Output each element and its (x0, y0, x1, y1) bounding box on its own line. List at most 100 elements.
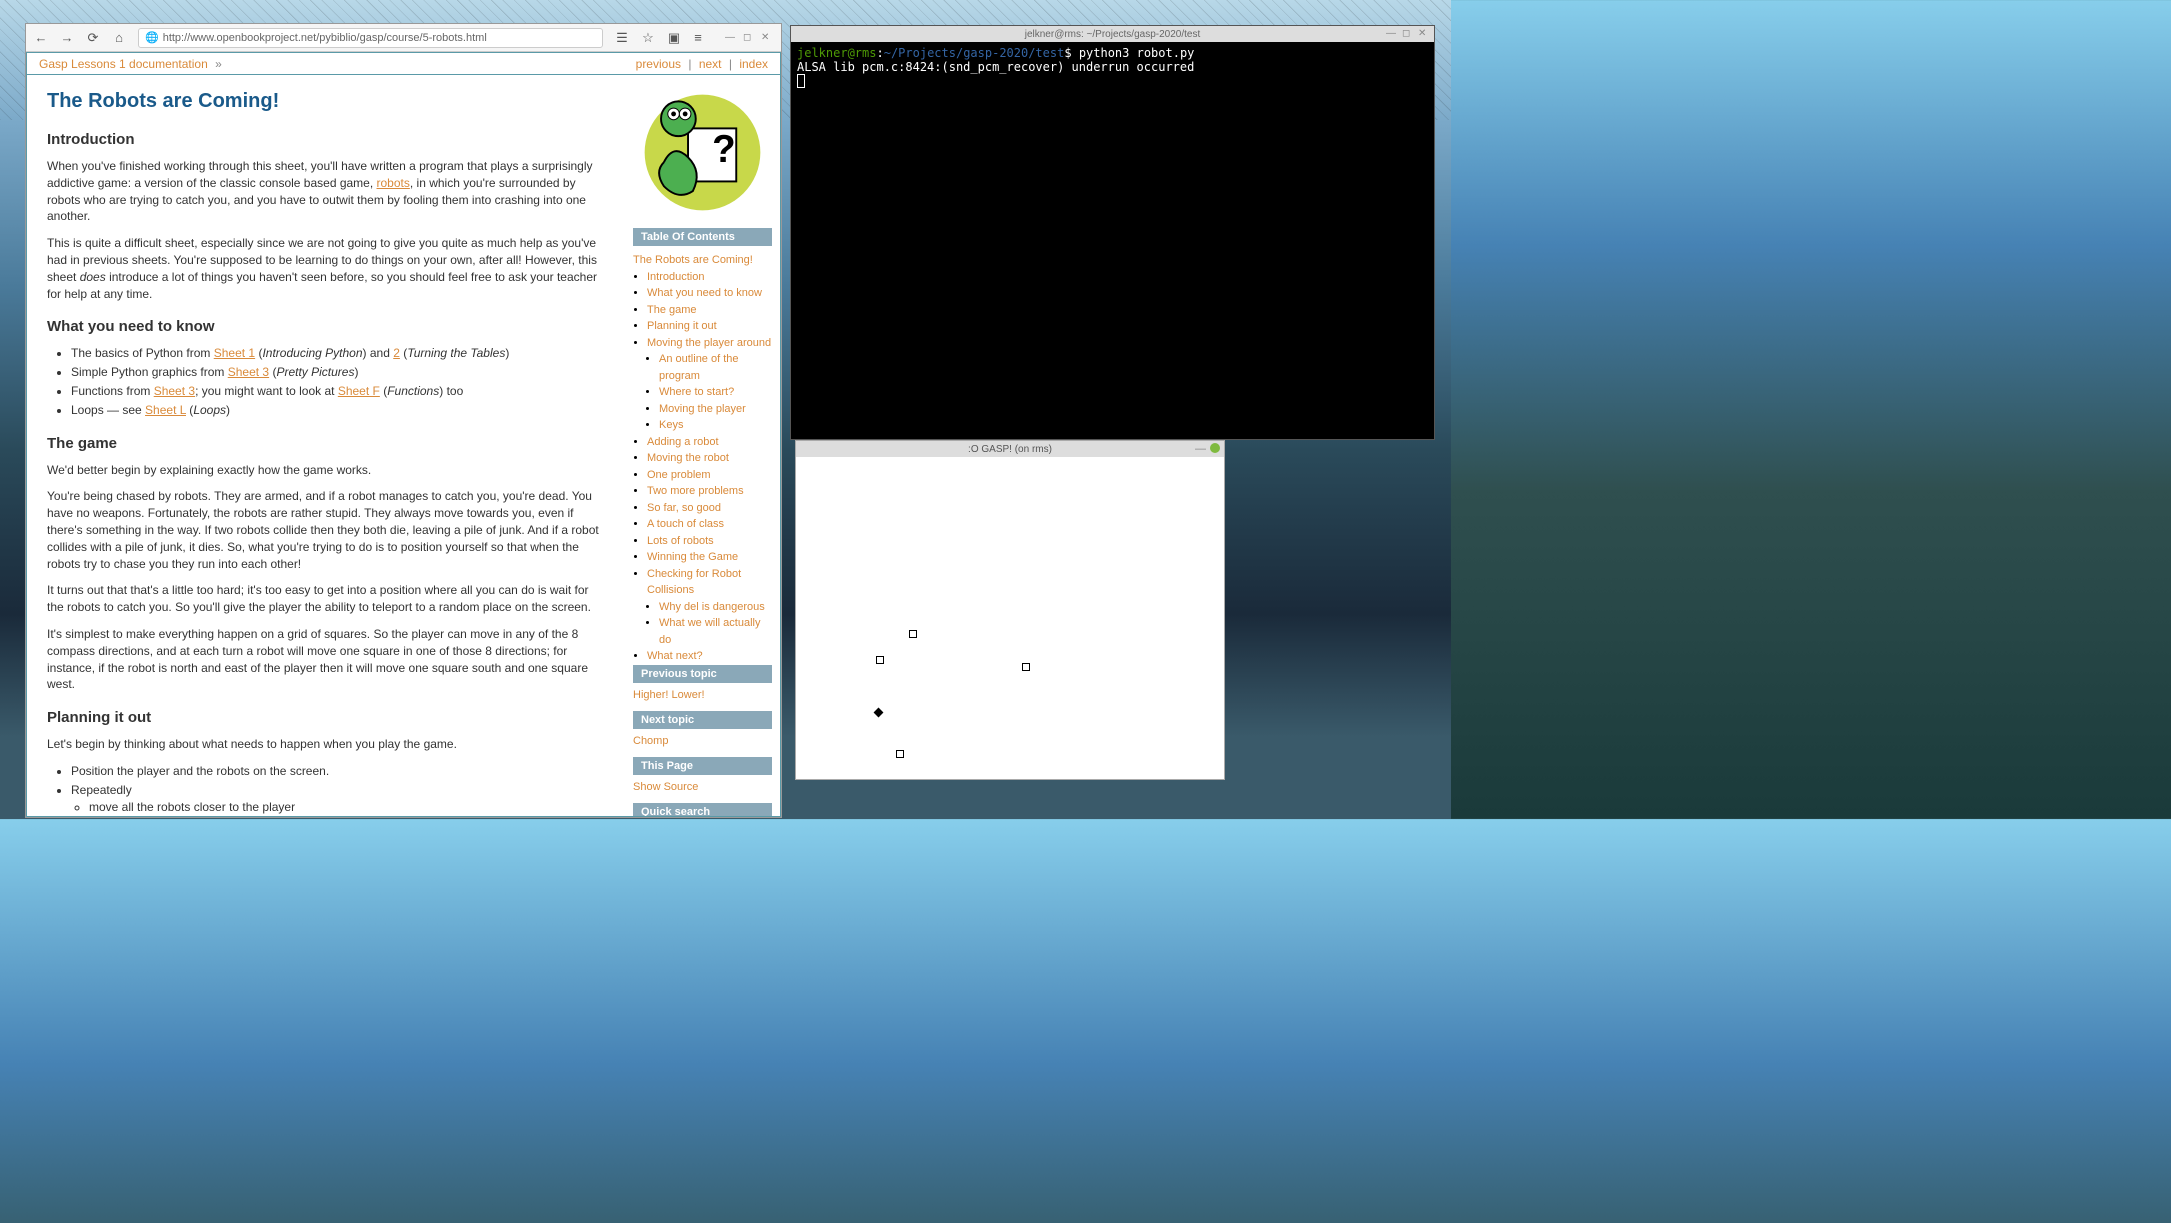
robot-square (909, 630, 917, 638)
game-para-1: We'd better begin by explaining exactly … (47, 462, 605, 479)
gasp-titlebar[interactable]: :O GASP! (on rms) — (796, 441, 1224, 457)
toc-item[interactable]: An outline of the program (659, 351, 772, 384)
terminal-titlebar[interactable]: jelkner@rms: ~/Projects/gasp-2020/test —… (791, 26, 1434, 42)
toc-item[interactable]: A touch of class (647, 516, 772, 533)
toc-item[interactable]: What next? (647, 648, 772, 665)
doc-breadcrumb-bar: Gasp Lessons 1 documentation » previous … (27, 53, 780, 75)
back-icon[interactable]: ← (34, 31, 48, 45)
close-icon[interactable] (1210, 443, 1220, 453)
next-topic-link[interactable]: Chomp (633, 735, 772, 747)
heading-game: The game (47, 433, 605, 454)
toc-heading: Table Of Contents (633, 228, 772, 246)
terminal-title: jelkner@rms: ~/Projects/gasp-2020/test (1025, 29, 1201, 40)
link-sheet3b[interactable]: Sheet 3 (154, 384, 195, 398)
toc-item[interactable]: Two more problems (647, 483, 772, 500)
nav-index[interactable]: index (739, 57, 768, 71)
download-icon[interactable]: ▣ (667, 31, 681, 45)
terminal-content[interactable]: jelkner@rms:~/Projects/gasp-2020/test$ p… (791, 42, 1434, 439)
doc-main: The Robots are Coming! Introduction When… (27, 75, 625, 816)
minimize-icon[interactable]: — (725, 32, 737, 44)
cursor-icon (797, 74, 805, 88)
maximize-icon[interactable]: ◻ (743, 32, 755, 44)
forward-icon[interactable]: → (60, 31, 74, 45)
robot-square (1022, 663, 1030, 671)
game-para-4: It's simplest to make everything happen … (47, 626, 605, 693)
link-sheetl[interactable]: Sheet L (145, 403, 186, 417)
close-icon[interactable]: ✕ (761, 32, 773, 44)
thispage-heading: This Page (633, 757, 772, 775)
toc-item[interactable]: Adding a robot (647, 434, 772, 451)
need-list: The basics of Python from Sheet 1 (Intro… (71, 345, 605, 418)
browser-toolbar: ← → ⟳ ⌂ 🌐 http://www.openbookproject.net… (26, 24, 781, 52)
toc-item[interactable]: Lots of robots (647, 533, 772, 550)
terminal-window: jelkner@rms: ~/Projects/gasp-2020/test —… (790, 25, 1435, 440)
nav-next[interactable]: next (699, 57, 722, 71)
toc: The Robots are Coming! Introduction What… (633, 252, 772, 665)
breadcrumb-link[interactable]: Gasp Lessons 1 documentation (39, 57, 208, 71)
toc-item[interactable]: Moving the robot (647, 450, 772, 467)
toc-item[interactable]: One problem (647, 467, 772, 484)
toc-item[interactable]: Why del is dangerous (659, 599, 772, 616)
reader-icon[interactable]: ☰ (615, 31, 629, 45)
url-text: http://www.openbookproject.net/pybiblio/… (163, 32, 487, 44)
link-sheetf[interactable]: Sheet F (338, 384, 380, 398)
window-controls: — ◻ ✕ (725, 32, 773, 44)
minimize-icon[interactable]: — (1386, 28, 1398, 40)
toc-item[interactable]: The game (647, 302, 772, 319)
link-sheet1[interactable]: Sheet 1 (214, 346, 255, 360)
toc-item[interactable]: Winning the Game (647, 549, 772, 566)
prev-topic-link[interactable]: Higher! Lower! (633, 689, 772, 701)
prev-topic-heading: Previous topic (633, 665, 772, 683)
gasp-window: :O GASP! (on rms) — (795, 440, 1225, 780)
gasp-canvas[interactable] (796, 457, 1224, 779)
link-sheet2[interactable]: 2 (393, 346, 400, 360)
plan-para-1: Let's begin by thinking about what needs… (47, 736, 605, 753)
toc-item[interactable]: What we will actually do (659, 615, 772, 648)
toc-item[interactable]: Keys (659, 417, 772, 434)
toc-item[interactable]: Planning it out (647, 318, 772, 335)
toc-item[interactable]: Introduction (647, 269, 772, 286)
doc-page: Gasp Lessons 1 documentation » previous … (26, 52, 781, 817)
search-heading: Quick search (633, 803, 772, 817)
page-title: The Robots are Coming! (47, 87, 605, 115)
logo-snake-icon: ? (635, 85, 770, 220)
svg-text:?: ? (712, 128, 736, 171)
doc-body: The Robots are Coming! Introduction When… (27, 75, 780, 816)
terminal-output: ALSA lib pcm.c:8424:(snd_pcm_recover) un… (797, 60, 1428, 74)
toc-item[interactable]: Checking for Robot Collisions (647, 566, 772, 599)
minimize-icon[interactable]: — (1195, 443, 1206, 455)
toc-item[interactable]: Moving the player (659, 401, 772, 418)
nav-previous[interactable]: previous (636, 57, 681, 71)
game-para-2: You're being chased by robots. They are … (47, 488, 605, 572)
next-topic-heading: Next topic (633, 711, 772, 729)
robot-square (876, 656, 884, 664)
robot-square (896, 750, 904, 758)
close-icon[interactable]: ✕ (1418, 28, 1430, 40)
toc-item[interactable]: What you need to know (647, 285, 772, 302)
prompt-user: jelkner@rms (797, 46, 876, 60)
doc-sidebar: ? Table Of Contents The Robots are Comin… (625, 75, 780, 816)
toolbar-right: ▣ ≡ (667, 31, 705, 45)
prompt-path: ~/Projects/gasp-2020/test (884, 46, 1065, 60)
plan-list: Position the player and the robots on th… (71, 763, 605, 816)
globe-icon: 🌐 (145, 31, 159, 44)
toc-item[interactable]: Moving the player around (647, 335, 772, 352)
menu-icon[interactable]: ≡ (691, 31, 705, 45)
reload-icon[interactable]: ⟳ (86, 31, 100, 45)
player-diamond (874, 708, 884, 718)
address-bar[interactable]: 🌐 http://www.openbookproject.net/pybibli… (138, 28, 603, 48)
maximize-icon[interactable]: ◻ (1402, 28, 1414, 40)
heading-intro: Introduction (47, 129, 605, 150)
home-icon[interactable]: ⌂ (112, 31, 126, 45)
link-sheet3a[interactable]: Sheet 3 (228, 365, 269, 379)
breadcrumb-sep: » (215, 57, 222, 71)
show-source-link[interactable]: Show Source (633, 781, 772, 793)
link-robots[interactable]: robots (377, 176, 410, 190)
game-para-3: It turns out that that's a little too ha… (47, 582, 605, 616)
star-icon[interactable]: ☆ (641, 31, 655, 45)
toc-item[interactable]: So far, so good (647, 500, 772, 517)
toc-root[interactable]: The Robots are Coming! (633, 252, 772, 269)
heading-plan: Planning it out (47, 707, 605, 728)
gasp-title: :O GASP! (on rms) (968, 444, 1052, 455)
toc-item[interactable]: Where to start? (659, 384, 772, 401)
